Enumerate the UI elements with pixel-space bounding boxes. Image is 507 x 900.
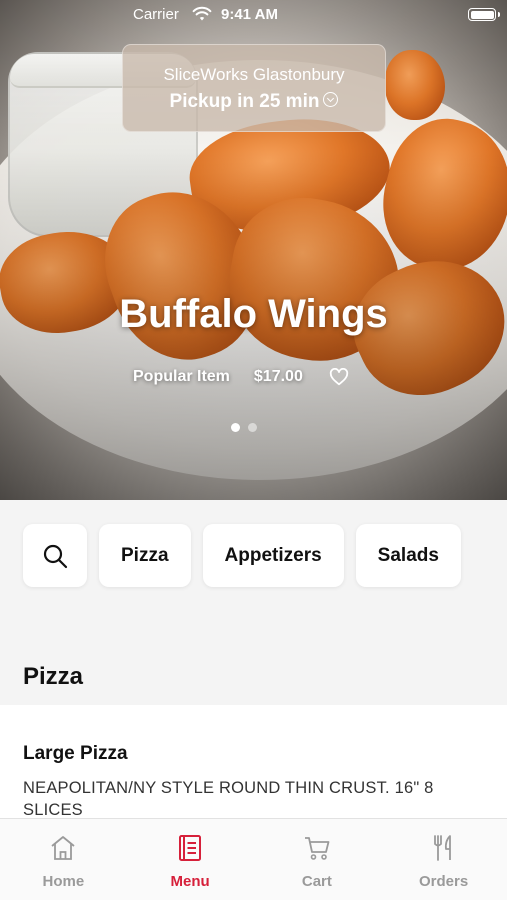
tab-label: Menu [170,873,210,890]
orders-icon [433,835,451,861]
home-icon [51,836,75,860]
menu-item-card[interactable]: Large Pizza NEAPOLITAN/NY STYLE ROUND TH… [0,705,507,835]
menu-item-description: NEAPOLITAN/NY STYLE ROUND THIN CRUST. 16… [23,779,434,819]
category-bar: Pizza Appetizers Salads [23,524,461,587]
store-name: SliceWorks Glastonbury [163,65,345,84]
pickup-time: Pickup in 25 min [123,91,385,113]
tab-menu[interactable]: Menu [127,819,254,900]
search-button[interactable] [23,524,87,587]
category-chip-salads[interactable]: Salads [355,524,461,587]
featured-item-price: $17.00 [253,368,303,385]
tab-label: Home [42,873,85,890]
popular-badge: Popular Item [133,368,230,385]
wifi-icon [192,6,212,21]
section-title: Pizza [23,663,84,690]
carousel-dots[interactable] [231,423,257,432]
category-chip-appetizers[interactable]: Appetizers [202,524,344,587]
tab-home[interactable]: Home [0,819,127,900]
tab-label: Orders [419,873,469,890]
tab-cart[interactable]: Cart [254,819,381,900]
search-icon [43,544,68,568]
category-chip-pizza[interactable]: Pizza [99,524,191,587]
carrier-label: Carrier [133,6,179,23]
hero-banner[interactable]: Carrier 9:41 AM SliceWorks Glastonbury P… [0,0,507,500]
status-bar: Carrier 9:41 AM [0,0,507,30]
carousel-dot[interactable] [231,423,240,432]
clock: 9:41 AM [221,6,278,23]
location-selector[interactable]: SliceWorks Glastonbury Pickup in 25 min [122,44,386,132]
tab-bar: Home Menu Cart Orders [0,818,507,900]
chevron-down-icon [323,92,339,107]
featured-item-meta: Popular Item $17.00 [133,368,349,386]
tab-label: Cart [301,873,332,890]
tab-orders[interactable]: Orders [380,819,507,900]
menu-item-name: Large Pizza [23,743,128,764]
menu-icon [179,835,202,861]
featured-item-title: Buffalo Wings [119,292,388,336]
cart-icon [304,837,330,860]
battery-icon [468,8,500,21]
carousel-dot[interactable] [248,423,257,432]
heart-icon[interactable] [329,368,349,386]
